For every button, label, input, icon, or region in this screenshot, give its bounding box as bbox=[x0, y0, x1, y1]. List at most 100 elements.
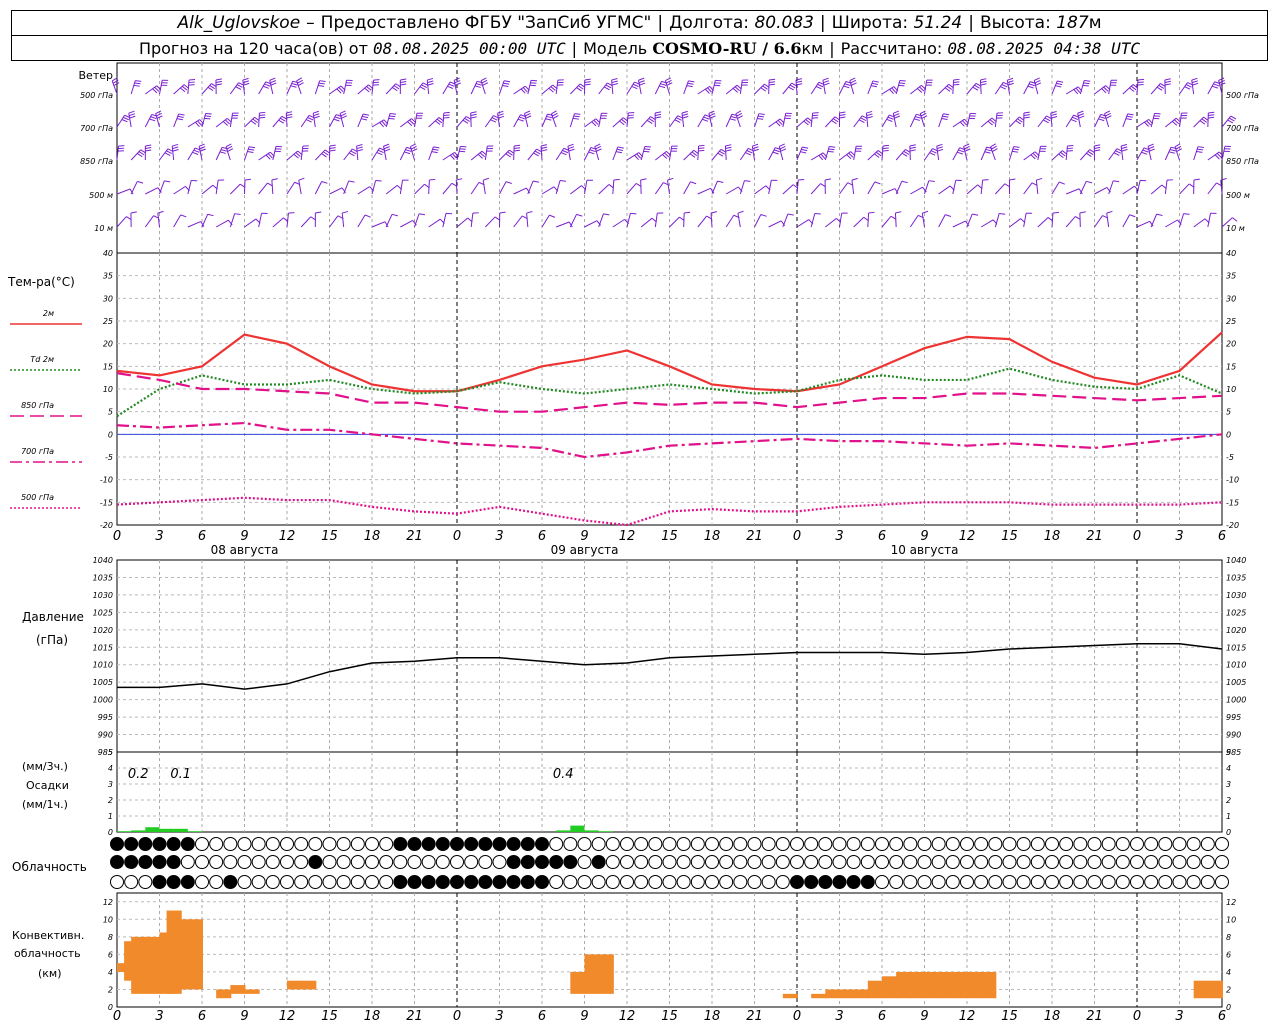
precip-bar bbox=[570, 825, 585, 832]
cloud-symbol bbox=[818, 855, 833, 869]
wind-barb bbox=[258, 213, 263, 228]
wind-barb-feather bbox=[779, 145, 786, 150]
temp-ytick-left: 5 bbox=[108, 408, 113, 417]
cloud-symbol bbox=[1030, 855, 1045, 869]
wind-barb bbox=[711, 180, 718, 195]
conv-bar bbox=[782, 993, 798, 999]
cloud-symbol bbox=[591, 855, 606, 869]
wind-barb-feather bbox=[180, 214, 187, 218]
wind-barb bbox=[371, 180, 377, 195]
wind-barb-feather bbox=[519, 116, 526, 120]
cloud-symbol bbox=[917, 855, 932, 869]
wind-barb-feather bbox=[166, 150, 172, 155]
wind-barb-feather bbox=[628, 112, 635, 114]
conv-bar bbox=[952, 971, 968, 999]
cloud-symbol bbox=[662, 855, 677, 869]
wind-barb-feather bbox=[648, 118, 655, 123]
conv-bar bbox=[131, 936, 147, 994]
pres-ytick-right: 1005 bbox=[1226, 678, 1246, 687]
conv-bar bbox=[938, 971, 954, 999]
wind-barb-feather bbox=[482, 82, 489, 86]
wind-barb-feather bbox=[384, 148, 391, 152]
wind-barb-feather bbox=[1156, 213, 1163, 216]
wind-barb bbox=[484, 216, 496, 228]
wind-barb-feather bbox=[1098, 118, 1105, 122]
wind-barb-feather bbox=[638, 77, 645, 81]
wind-barb-feather bbox=[134, 82, 141, 85]
wind-barb bbox=[1065, 216, 1076, 228]
wind-barb-feather bbox=[866, 110, 873, 114]
wind-barb-feather bbox=[235, 86, 242, 90]
cloud-symbol bbox=[166, 855, 181, 869]
cloud-symbol bbox=[138, 837, 153, 851]
wind-barb-feather bbox=[725, 149, 732, 152]
cloud-symbol bbox=[690, 875, 705, 889]
temp-ytick-left: -10 bbox=[100, 476, 113, 485]
wind-barb-feather bbox=[1078, 115, 1085, 119]
wind-barb-feather bbox=[828, 148, 835, 151]
cloud-symbol bbox=[1115, 875, 1130, 889]
wind-barb-feather bbox=[443, 114, 450, 117]
wind-barb-feather bbox=[123, 116, 129, 121]
cloud-symbol bbox=[1059, 837, 1074, 851]
wind-barb-feather bbox=[482, 177, 489, 181]
wind-barb bbox=[357, 214, 366, 228]
cloud-symbol bbox=[520, 875, 535, 889]
wind-barb-feather bbox=[1027, 85, 1034, 89]
wind-barb-feather bbox=[986, 146, 993, 149]
wind-barb-feather bbox=[985, 148, 992, 152]
cloud-symbol bbox=[634, 837, 649, 851]
wind-barb-feather bbox=[1212, 85, 1219, 89]
pres-ytick-left: 1010 bbox=[93, 661, 113, 670]
wind-barb-feather bbox=[974, 84, 980, 89]
cloud-symbol bbox=[1215, 855, 1229, 869]
wind-level-label: 500 м bbox=[89, 191, 113, 200]
cloud-symbol bbox=[265, 837, 280, 851]
wind-barb-feather bbox=[1007, 82, 1014, 86]
cloud-symbol bbox=[1130, 875, 1144, 889]
conv-bar bbox=[1193, 980, 1209, 999]
wind-barb-feather bbox=[1174, 143, 1181, 148]
wind-barb-feather bbox=[1129, 214, 1136, 218]
cloud-symbol bbox=[110, 855, 124, 869]
wind-barb-feather bbox=[400, 78, 407, 81]
wind-barb-feather bbox=[418, 213, 426, 216]
wind-barb-feather bbox=[1201, 118, 1207, 123]
wind-barb bbox=[725, 214, 735, 228]
cloud-symbol bbox=[719, 855, 734, 869]
cloud-symbol bbox=[1002, 875, 1017, 889]
wind-barb-feather bbox=[481, 79, 488, 84]
cloud-symbol bbox=[1172, 837, 1187, 851]
wind-barb bbox=[881, 215, 892, 228]
wind-barb bbox=[1065, 188, 1080, 195]
wind-level-label-right: 500 гПа bbox=[1226, 91, 1259, 100]
cloud-symbol bbox=[1045, 875, 1059, 889]
cloud-symbol bbox=[1172, 855, 1187, 869]
wind-barb-feather bbox=[788, 86, 794, 91]
wind-barb-feather bbox=[1164, 78, 1171, 81]
pres-ytick-right: 995 bbox=[1226, 713, 1241, 722]
cloud-symbol bbox=[974, 855, 989, 869]
wind-barb-feather bbox=[305, 119, 312, 123]
conv-xtick: 18 bbox=[364, 1009, 381, 1024]
wind-barb-feather bbox=[1070, 118, 1077, 123]
wind-barb-feather bbox=[752, 148, 759, 152]
wind-barb-feather bbox=[901, 180, 908, 184]
cloud-symbol bbox=[421, 875, 436, 889]
wind-barb-feather bbox=[1113, 152, 1120, 156]
wind-barb-feather bbox=[632, 83, 639, 87]
wind-barb-feather bbox=[746, 150, 753, 154]
temp-xtick: 15 bbox=[321, 529, 338, 544]
wind-barb bbox=[173, 185, 186, 195]
precip-bar bbox=[173, 828, 188, 832]
wind-barb bbox=[570, 185, 582, 195]
wind-barb-feather bbox=[627, 117, 634, 119]
precip-bar bbox=[145, 827, 160, 832]
wind-barb-feather bbox=[823, 80, 830, 84]
wind-barb-feather bbox=[963, 143, 970, 147]
cloud-symbol bbox=[407, 875, 422, 889]
wind-barb-feather bbox=[499, 211, 506, 214]
cloud-symbol bbox=[960, 837, 974, 851]
wind-barb-feather bbox=[1059, 181, 1065, 185]
cloud-symbol bbox=[265, 875, 280, 889]
